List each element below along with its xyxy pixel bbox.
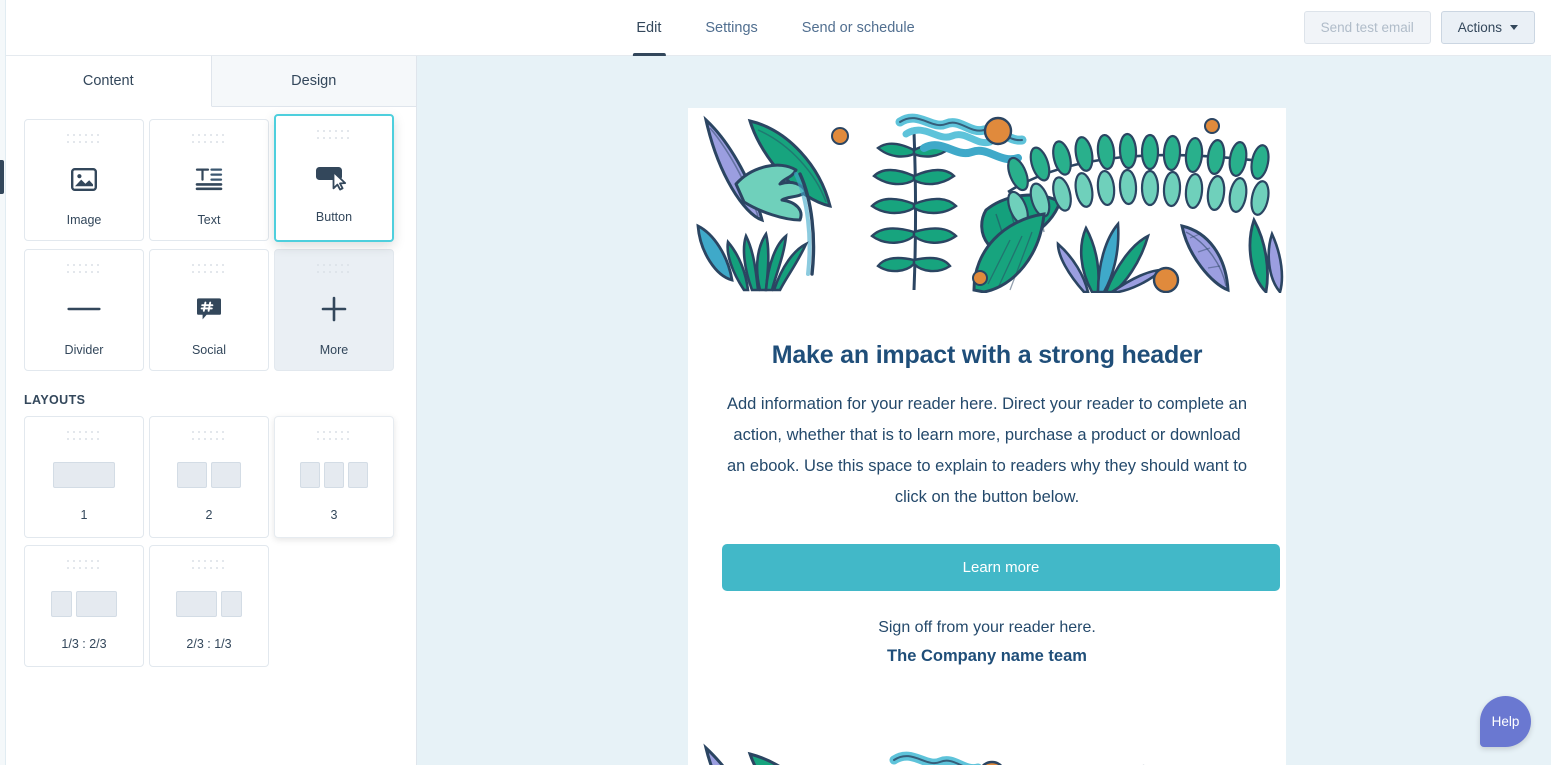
module-tile-divider[interactable]: Divider xyxy=(24,249,144,371)
panel-tab-design[interactable]: Design xyxy=(211,56,416,106)
button-icon xyxy=(276,141,392,210)
drag-handle-icon[interactable] xyxy=(67,560,101,571)
tab-settings[interactable]: Settings xyxy=(683,0,779,56)
layout-tile-2[interactable]: 2 xyxy=(149,416,269,538)
panel-body: Image Text Button Divider Social More LA… xyxy=(6,107,416,667)
send-test-email-button[interactable]: Send test email xyxy=(1303,11,1431,44)
layout-column xyxy=(51,591,72,617)
tab-edit[interactable]: Edit xyxy=(614,0,683,56)
layout-tile-one-third-two-thirds-label: 1/3 : 2/3 xyxy=(61,637,107,651)
panel-tab-content-label: Content xyxy=(82,73,134,89)
panel-tab-design-label: Design xyxy=(291,73,337,89)
email-canvas: Make an impact with a strong header Add … xyxy=(417,56,1551,765)
module-tile-more[interactable]: More xyxy=(274,249,394,371)
layout-column xyxy=(76,591,117,617)
tab-send-or-schedule[interactable]: Send or schedule xyxy=(780,0,937,56)
collapsed-nav-rail[interactable] xyxy=(0,0,6,765)
drag-handle-icon[interactable] xyxy=(192,264,226,275)
layout-preview xyxy=(176,571,242,637)
layout-tile-1-label: 1 xyxy=(80,508,88,522)
layout-column xyxy=(348,462,368,488)
tab-edit-label: Edit xyxy=(636,20,662,36)
layout-preview xyxy=(177,442,241,508)
chevron-down-icon xyxy=(1510,25,1518,30)
module-tile-button[interactable]: Button xyxy=(274,114,394,242)
email-editor-app: Edit Settings Send or schedule Send test… xyxy=(0,0,1551,765)
actions-button[interactable]: Actions xyxy=(1440,11,1535,44)
layout-tile-two-thirds-one-third[interactable]: 2/3 : 1/3 xyxy=(149,545,269,667)
actions-label: Actions xyxy=(1457,20,1502,35)
editor-tabs: Edit Settings Send or schedule xyxy=(614,0,936,56)
email-team-name: The Company name team xyxy=(887,647,1087,665)
module-tile-image-label: Image xyxy=(66,213,102,227)
help-button[interactable]: Help xyxy=(1480,696,1531,747)
send-test-email-label: Send test email xyxy=(1320,20,1414,35)
email-heading: Make an impact with a strong header xyxy=(771,341,1203,369)
module-tile-button-label: Button xyxy=(315,210,353,224)
layout-preview xyxy=(53,442,115,508)
layout-column xyxy=(300,462,320,488)
divider-icon xyxy=(25,275,143,343)
layout-preview xyxy=(300,442,368,508)
tab-settings-label: Settings xyxy=(705,20,758,36)
module-tile-grid: Image Text Button Divider Social More xyxy=(24,114,398,371)
text-icon xyxy=(150,145,268,213)
drag-handle-icon[interactable] xyxy=(67,134,101,145)
drag-handle-icon[interactable] xyxy=(67,264,101,275)
social-icon xyxy=(150,275,268,343)
email-body-text: Add information for your reader here. Di… xyxy=(726,395,1248,506)
layout-tile-1[interactable]: 1 xyxy=(24,416,144,538)
layouts-section-title: LAYOUTS xyxy=(24,393,86,407)
email-body-module: Make an impact with a strong header Add … xyxy=(688,293,1286,666)
layout-tile-3-label: 3 xyxy=(330,508,338,522)
footer-botanical-illustration xyxy=(688,702,1286,765)
drag-handle-icon[interactable] xyxy=(67,431,101,442)
layout-tile-one-third-two-thirds[interactable]: 1/3 : 2/3 xyxy=(24,545,144,667)
module-tile-social-label: Social xyxy=(191,343,227,357)
plus-icon xyxy=(275,275,393,343)
layout-tile-two-thirds-one-third-label: 2/3 : 1/3 xyxy=(186,637,232,651)
email-preview-card: Make an impact with a strong header Add … xyxy=(688,108,1286,765)
content-panel: Content Design Image Text Button Divider… xyxy=(6,56,417,765)
top-bar: Edit Settings Send or schedule Send test… xyxy=(0,0,1551,56)
layout-column xyxy=(53,462,115,488)
module-tile-divider-label: Divider xyxy=(64,343,104,357)
layout-tile-grid: 1 2 3 1/3: 2/3 2/3: 1/3 xyxy=(24,416,398,667)
drag-handle-icon[interactable] xyxy=(192,431,226,442)
drag-handle-icon xyxy=(317,264,351,275)
module-tile-more-label: More xyxy=(319,343,349,357)
drag-handle-icon[interactable] xyxy=(192,134,226,145)
layout-preview xyxy=(51,571,117,637)
top-bar-actions: Send test email Actions xyxy=(1303,11,1535,44)
layout-tile-2-label: 2 xyxy=(205,508,213,522)
panel-tabs: Content Design xyxy=(6,56,416,107)
drag-handle-icon[interactable] xyxy=(317,431,351,442)
panel-tab-content[interactable]: Content xyxy=(6,56,212,107)
module-tile-social[interactable]: Social xyxy=(149,249,269,371)
email-cta-button[interactable]: Learn more xyxy=(722,544,1280,591)
help-label: Help xyxy=(1491,714,1520,729)
hero-botanical-illustration xyxy=(688,108,1286,293)
nav-rail-active-indicator xyxy=(0,160,4,194)
module-tile-text-label: Text xyxy=(197,213,221,227)
module-tile-image[interactable]: Image xyxy=(24,119,144,241)
module-tile-text[interactable]: Text xyxy=(149,119,269,241)
tab-send-or-schedule-label: Send or schedule xyxy=(801,20,915,36)
layout-column xyxy=(324,462,344,488)
layout-column xyxy=(211,462,241,488)
drag-handle-icon[interactable] xyxy=(317,130,351,141)
drag-handle-icon[interactable] xyxy=(192,560,226,571)
image-icon xyxy=(25,145,143,213)
email-signoff-text: Sign off from your reader here. xyxy=(878,619,1096,636)
layout-tile-3[interactable]: 3 xyxy=(274,416,394,538)
layout-column xyxy=(177,462,207,488)
layout-column xyxy=(176,591,217,617)
layout-column xyxy=(221,591,242,617)
